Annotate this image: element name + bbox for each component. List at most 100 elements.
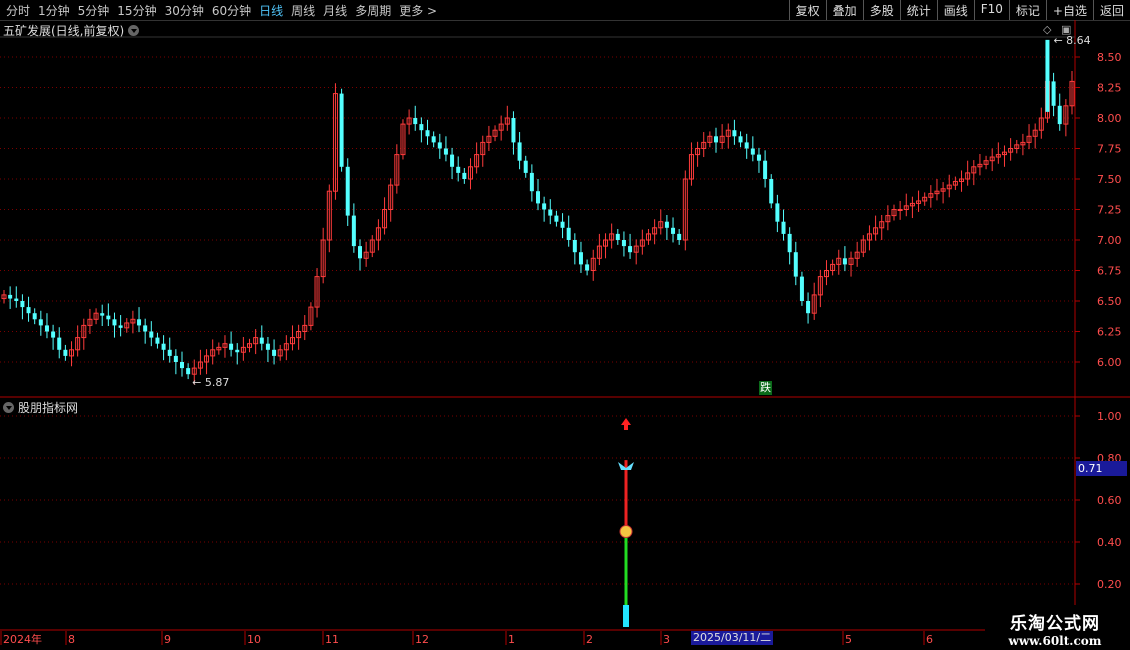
price-tick-label: 7.75 [1097, 143, 1122, 156]
candle-body [14, 298, 19, 301]
candle-body [155, 337, 160, 344]
candle-body [149, 331, 154, 338]
candle-body [738, 136, 743, 143]
watermark-title: 乐淘公式网 [1010, 614, 1100, 634]
indicator-tick-label: 0.60 [1097, 494, 1122, 507]
low-price-label: ← 5.87 [192, 376, 229, 389]
date-axis-label: 9 [164, 633, 171, 646]
indicator-title[interactable]: 股朋指标网 [3, 399, 78, 416]
candle-body [26, 307, 31, 314]
cursor-date-label: 2025/03/11/二 [691, 631, 774, 645]
candle-body [799, 276, 804, 301]
indicator-tick-label: 1.00 [1097, 410, 1122, 423]
candle-body [112, 319, 117, 326]
candle-body [265, 343, 270, 350]
candle-body [57, 337, 62, 350]
candle-body [431, 136, 436, 143]
date-axis-label: 10 [247, 633, 261, 646]
candle-body [671, 227, 676, 234]
candle-body [560, 221, 565, 228]
current-value-badge: 0.71 [1076, 461, 1127, 476]
candle-body [118, 325, 123, 328]
candle-body [750, 148, 755, 155]
candle-body [339, 93, 344, 167]
watermark-url: www.60lt.com [1008, 634, 1102, 648]
candle-body [143, 325, 148, 332]
candle-body [137, 319, 142, 326]
candle-body [413, 118, 418, 125]
candle-body [167, 349, 172, 356]
candle-body [677, 233, 682, 240]
price-tick-label: 6.50 [1097, 295, 1122, 308]
candle-body [44, 325, 49, 332]
chevron-down-icon[interactable] [3, 402, 14, 413]
indicator-base-bar [623, 605, 629, 627]
candle-body [456, 166, 461, 173]
candle-body [793, 252, 798, 277]
candle-body [897, 209, 903, 211]
kline-chart[interactable]: 8.50 8.25 8.00 7.75 7.50 7.25 7.00 6.75 6.50 6.25… [0, 0, 1130, 650]
drop-signal-label: 跌 [759, 381, 772, 395]
candle-body [106, 315, 111, 320]
candle-body [351, 215, 356, 247]
date-axis-label: 2024年 [3, 632, 42, 646]
candle-body [542, 203, 547, 210]
candle-body [756, 154, 761, 161]
candle-body [100, 313, 105, 316]
candle-body [523, 160, 528, 173]
candle-body [781, 221, 786, 234]
price-tick-label: 7.50 [1097, 173, 1122, 186]
candle-body [628, 246, 633, 253]
candle-body [842, 258, 847, 265]
candle-body [572, 240, 577, 253]
candle-body [585, 264, 590, 271]
candle-body [272, 349, 277, 356]
candle-body [345, 166, 350, 216]
price-tick-label: 7.00 [1097, 234, 1122, 247]
candle-body [787, 233, 792, 253]
candle-body [763, 160, 768, 179]
price-tick-label: 6.00 [1097, 356, 1122, 369]
high-price-label: ← 8.64 [1053, 34, 1090, 47]
candle-body [744, 142, 749, 149]
candle-body [578, 252, 583, 265]
candle-body [517, 142, 522, 161]
up-arrow-icon [621, 418, 631, 430]
candle-body [615, 233, 620, 240]
price-tick-label: 6.75 [1097, 265, 1122, 278]
candle-body [161, 343, 166, 350]
date-axis-label: 5 [845, 633, 852, 646]
money-bag-icon [619, 525, 633, 538]
candle-body [511, 118, 516, 143]
candle-body [8, 294, 13, 299]
candle-body [621, 240, 626, 247]
candle-body [38, 319, 43, 326]
candle-body [732, 130, 737, 137]
candle-body [714, 136, 718, 143]
candle-body [173, 355, 178, 362]
candle-body [229, 343, 234, 350]
price-tick-label: 7.25 [1097, 204, 1122, 217]
candle-body [769, 179, 774, 204]
candle-body [235, 349, 240, 353]
candle-body [180, 362, 184, 369]
price-tick-label: 8.00 [1097, 112, 1122, 125]
candle-body [63, 349, 68, 356]
candle-body [1057, 105, 1062, 125]
candle-body [437, 142, 442, 149]
candle-body [664, 221, 669, 228]
price-tick-label: 8.25 [1097, 82, 1122, 95]
candle-body [450, 154, 455, 167]
candle-body [186, 368, 191, 375]
date-axis-label: 2 [586, 633, 593, 646]
indicator-title-label: 股朋指标网 [18, 401, 79, 415]
candle-body [536, 191, 540, 204]
price-tick-label: 6.25 [1097, 326, 1122, 339]
candle-body [775, 203, 780, 222]
date-axis-label: 6 [926, 633, 933, 646]
candle-body [443, 148, 448, 155]
watermark: 乐淘公式网 www.60lt.com [985, 605, 1125, 650]
candle-body [548, 209, 553, 216]
date-axis-label: 8 [68, 633, 75, 646]
date-axis-label: 3 [663, 633, 670, 646]
